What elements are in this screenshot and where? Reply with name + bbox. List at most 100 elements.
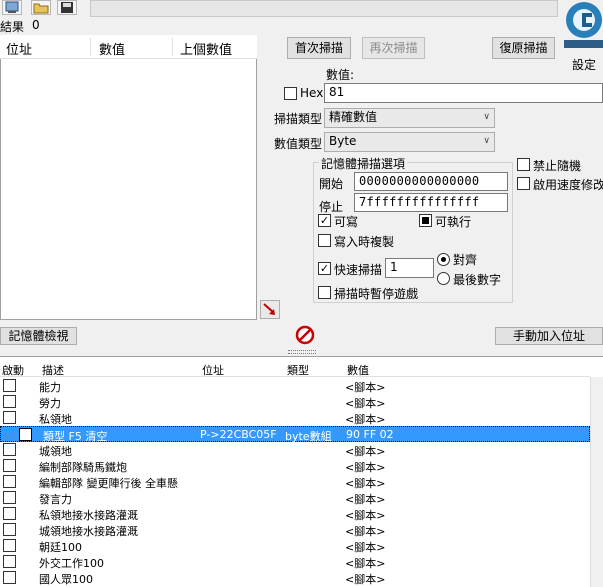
col-active[interactable]: 啟動 [2, 362, 24, 378]
last-digits-radio[interactable] [437, 272, 450, 285]
col-address[interactable]: 位址 [6, 39, 32, 58]
col-value[interactable]: 數值 [99, 39, 125, 58]
row-address: P->22CBC05F [200, 428, 277, 441]
row-description: 私領地接水接路灌溉 [39, 509, 138, 522]
col-address[interactable]: 位址 [202, 362, 224, 378]
writable-checkbox[interactable]: ✓ [318, 214, 331, 227]
col-divider [90, 38, 91, 56]
active-checkbox[interactable] [3, 571, 16, 584]
speedhack-label: 啟用速度修改 [533, 178, 603, 192]
fast-scan-input[interactable]: 1 [385, 258, 434, 278]
save-icon [61, 2, 73, 13]
select-process-button[interactable] [2, 0, 22, 15]
scan-progress-bar [90, 0, 558, 17]
found-address-list[interactable] [0, 35, 257, 320]
row-description: 外交工作100 [39, 557, 104, 570]
row-description: 城領地 [39, 445, 72, 458]
row-value: <腳本> [345, 525, 386, 538]
undo-scan-button[interactable]: 復原掃描 [492, 37, 555, 59]
memory-scan-options-title: 記憶體掃描選項 [319, 155, 408, 172]
settings-link[interactable]: 設定 [572, 56, 596, 73]
table-row[interactable]: 編輯部隊 變更陣行後 全車懸 <腳本> [0, 474, 590, 490]
add-address-manually-button[interactable]: 手動加入位址 [495, 327, 603, 345]
row-value: <腳本> [345, 477, 386, 490]
active-checkbox[interactable] [19, 428, 32, 441]
open-file-button[interactable] [31, 0, 51, 15]
row-value: <腳本> [345, 557, 386, 570]
col-previous-value[interactable]: 上個數值 [180, 39, 232, 58]
table-row[interactable]: 朝廷100 <腳本> [0, 538, 590, 554]
hex-checkbox[interactable] [284, 87, 297, 100]
cheat-table-scrollbar[interactable] [590, 377, 603, 587]
table-row[interactable]: 城領地接水接路灌溉 <腳本> [0, 522, 590, 538]
pause-game-checkbox[interactable] [318, 286, 331, 299]
fast-scan-checkbox[interactable]: ✓ [318, 262, 331, 275]
table-row[interactable]: 城領地 <腳本> [0, 442, 590, 458]
table-row[interactable]: 國人眾100 <腳本> [0, 570, 590, 586]
next-scan-button[interactable]: 再次掃描 [362, 37, 425, 59]
pause-game-label: 掃描時暫停遊戲 [334, 287, 419, 301]
col-value[interactable]: 數值 [347, 362, 369, 378]
table-row[interactable]: 類型 F5 清空 P->22CBC05F byte數組 90 FF 02 [0, 426, 590, 443]
alignment-radio[interactable] [437, 253, 450, 266]
table-row[interactable]: 外交工作100 <腳本> [0, 554, 590, 570]
row-description: 勞力 [39, 397, 61, 410]
row-description: 編制部隊騎馬鐵炮 [39, 461, 127, 474]
first-scan-button[interactable]: 首次掃描 [287, 37, 351, 59]
value-type-value: Byte [329, 134, 357, 148]
table-row[interactable]: 發言力 <腳本> [0, 490, 590, 506]
last-digits-label: 最後數字 [453, 273, 502, 287]
unrandomizer-checkbox[interactable] [517, 158, 530, 171]
active-checkbox[interactable] [3, 395, 16, 408]
table-row[interactable]: 編制部隊騎馬鐵炮 <腳本> [0, 458, 590, 474]
col-description[interactable]: 描述 [42, 362, 64, 378]
save-file-button[interactable] [57, 0, 77, 15]
active-checkbox[interactable] [3, 459, 16, 472]
start-label: 開始 [319, 177, 344, 191]
executable-label: 可執行 [435, 215, 472, 229]
table-row[interactable]: 私領地 <腳本> [0, 410, 590, 426]
stop-address-input[interactable]: 7fffffffffffffff [354, 193, 508, 212]
executable-checkbox[interactable] [419, 214, 432, 227]
memory-view-button[interactable]: 記憶體檢視 [0, 327, 77, 345]
table-row[interactable]: 勞力 <腳本> [0, 394, 590, 410]
copy-on-write-checkbox[interactable] [318, 234, 331, 247]
active-checkbox[interactable] [3, 443, 16, 456]
row-value: <腳本> [345, 493, 386, 506]
row-value: <腳本> [345, 541, 386, 554]
row-value: 90 FF 02 [346, 428, 394, 441]
value-input[interactable]: 81 [324, 83, 603, 103]
speedhack-checkbox[interactable] [517, 177, 530, 190]
scan-type-value: 精確數值 [329, 110, 378, 124]
row-description: 朝廷100 [39, 541, 82, 554]
table-row[interactable]: 能力 <腳本> [0, 378, 590, 394]
unrandomizer-label: 禁止隨機 [533, 159, 582, 173]
active-checkbox[interactable] [3, 507, 16, 520]
active-checkbox[interactable] [3, 555, 16, 568]
row-value: <腳本> [345, 445, 386, 458]
row-description: 能力 [39, 381, 61, 394]
active-checkbox[interactable] [3, 523, 16, 536]
value-type-select[interactable]: Byte ∨ [324, 132, 495, 152]
copy-on-write-label: 寫入時複製 [334, 235, 395, 249]
hex-label: Hex [300, 86, 324, 100]
scan-type-select[interactable]: 精確數值 ∨ [324, 108, 495, 128]
cheat-engine-logo[interactable] [560, 0, 603, 52]
active-checkbox[interactable] [3, 539, 16, 552]
cheat-table-header: 啟動 描述 位址 類型 數值 [0, 359, 590, 377]
active-checkbox[interactable] [3, 491, 16, 504]
results-label: 結果 [0, 20, 25, 34]
active-checkbox[interactable] [3, 379, 16, 392]
active-checkbox[interactable] [3, 475, 16, 488]
row-description: 發言力 [39, 493, 72, 506]
col-type[interactable]: 類型 [287, 362, 309, 378]
add-to-list-button[interactable] [260, 300, 280, 319]
splitter-grip[interactable] [288, 350, 316, 354]
chevron-down-icon: ∨ [483, 136, 490, 146]
row-value: <腳本> [345, 381, 386, 394]
active-checkbox[interactable] [3, 411, 16, 424]
row-value: <腳本> [345, 397, 386, 410]
clear-list-button[interactable] [295, 325, 315, 345]
table-row[interactable]: 私領地接水接路灌溉 <腳本> [0, 506, 590, 522]
start-address-input[interactable]: 0000000000000000 [354, 172, 508, 191]
